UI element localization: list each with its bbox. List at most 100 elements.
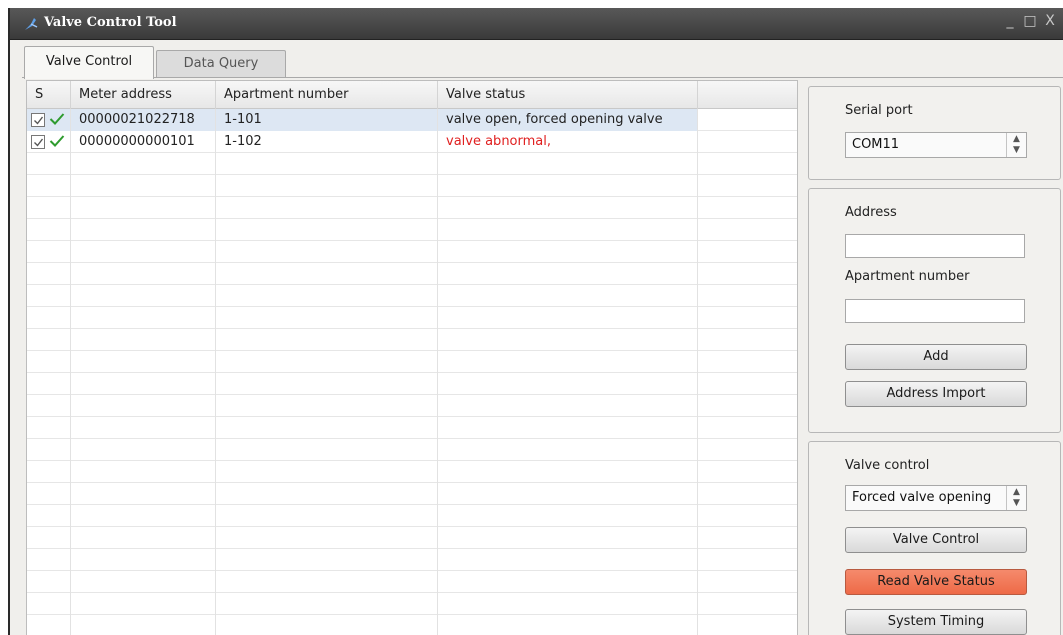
empty-cell bbox=[27, 153, 71, 175]
empty-cell bbox=[71, 263, 216, 285]
table-row-empty bbox=[27, 219, 797, 241]
apartment-number-label: Apartment number bbox=[845, 269, 970, 284]
empty-cell bbox=[71, 329, 216, 351]
empty-cell bbox=[698, 131, 797, 153]
empty-cell bbox=[27, 351, 71, 373]
empty-cell bbox=[698, 505, 797, 527]
column-header-extra[interactable] bbox=[698, 81, 797, 109]
empty-cell bbox=[71, 439, 216, 461]
empty-cell bbox=[71, 483, 216, 505]
empty-cell bbox=[27, 439, 71, 461]
serial-port-value: COM11 bbox=[852, 137, 900, 152]
empty-cell bbox=[216, 395, 438, 417]
empty-cell bbox=[698, 307, 797, 329]
empty-cell bbox=[71, 373, 216, 395]
window-title: Valve Control Tool bbox=[44, 15, 177, 30]
empty-cell bbox=[27, 593, 71, 615]
table-row-empty bbox=[27, 505, 797, 527]
table-header: S Meter address Apartment number Valve s… bbox=[27, 81, 797, 109]
table-row-empty bbox=[27, 615, 797, 635]
empty-cell bbox=[27, 527, 71, 549]
empty-cell bbox=[698, 285, 797, 307]
empty-cell bbox=[438, 527, 698, 549]
add-button[interactable]: Add bbox=[845, 344, 1027, 370]
empty-cell bbox=[438, 461, 698, 483]
table-row-empty bbox=[27, 241, 797, 263]
table-row-empty bbox=[27, 373, 797, 395]
empty-cell bbox=[71, 351, 216, 373]
maximize-icon[interactable]: □ bbox=[1023, 13, 1037, 29]
empty-cell bbox=[71, 197, 216, 219]
empty-cell bbox=[216, 549, 438, 571]
column-header-valve-status[interactable]: Valve status bbox=[438, 81, 698, 109]
address-import-button[interactable]: Address Import bbox=[845, 381, 1027, 407]
empty-cell bbox=[27, 483, 71, 505]
empty-cell bbox=[216, 197, 438, 219]
minimize-icon[interactable]: _ bbox=[1003, 13, 1017, 29]
valve-status-cell: valve open, forced opening valve bbox=[438, 109, 698, 131]
empty-cell bbox=[27, 615, 71, 635]
empty-cell bbox=[27, 329, 71, 351]
empty-cell bbox=[216, 439, 438, 461]
empty-cell bbox=[698, 197, 797, 219]
empty-cell bbox=[438, 329, 698, 351]
empty-cell bbox=[27, 241, 71, 263]
empty-cell bbox=[698, 615, 797, 635]
column-header-apartment[interactable]: Apartment number bbox=[216, 81, 438, 109]
tab-data-query[interactable]: Data Query bbox=[156, 50, 286, 78]
empty-cell bbox=[698, 593, 797, 615]
empty-cell bbox=[438, 571, 698, 593]
empty-cell bbox=[216, 285, 438, 307]
table-row-empty bbox=[27, 417, 797, 439]
table-row-empty bbox=[27, 197, 797, 219]
empty-cell bbox=[438, 505, 698, 527]
empty-cell bbox=[698, 439, 797, 461]
empty-cell bbox=[698, 351, 797, 373]
table-row-empty bbox=[27, 263, 797, 285]
column-header-meter-address[interactable]: Meter address bbox=[71, 81, 216, 109]
empty-cell bbox=[438, 219, 698, 241]
address-input[interactable] bbox=[845, 234, 1025, 258]
empty-cell bbox=[698, 329, 797, 351]
meter-address-cell: 00000021022718 bbox=[71, 109, 216, 131]
valve-control-button[interactable]: Valve Control bbox=[845, 527, 1027, 553]
empty-cell bbox=[698, 109, 797, 131]
table-row-empty bbox=[27, 571, 797, 593]
serial-port-select[interactable]: COM11 ▲ ▼ bbox=[845, 132, 1027, 158]
table-row-empty bbox=[27, 439, 797, 461]
table-row-empty bbox=[27, 593, 797, 615]
empty-cell bbox=[438, 417, 698, 439]
close-icon[interactable]: X bbox=[1043, 13, 1057, 29]
empty-cell bbox=[438, 549, 698, 571]
empty-cell bbox=[71, 175, 216, 197]
empty-cell bbox=[27, 175, 71, 197]
table-row[interactable]: 00000021022718 1-101 valve open, forced op… bbox=[27, 109, 797, 131]
meter-address-cell: 00000000000101 bbox=[71, 131, 216, 153]
empty-cell bbox=[216, 153, 438, 175]
system-timing-button[interactable]: System Timing bbox=[845, 609, 1027, 635]
serial-port-label: Serial port bbox=[845, 103, 913, 118]
read-valve-status-button[interactable]: Read Valve Status bbox=[845, 569, 1027, 595]
empty-cell bbox=[216, 219, 438, 241]
apartment-number-cell: 1-101 bbox=[216, 109, 438, 131]
table-row-empty bbox=[27, 483, 797, 505]
empty-cell bbox=[27, 549, 71, 571]
table-row-empty bbox=[27, 329, 797, 351]
empty-cell bbox=[698, 175, 797, 197]
checkbox-icon[interactable] bbox=[31, 135, 45, 149]
empty-cell bbox=[216, 263, 438, 285]
tab-valve-control[interactable]: Valve Control bbox=[24, 46, 154, 79]
empty-cell bbox=[438, 285, 698, 307]
apartment-number-input[interactable] bbox=[845, 299, 1025, 323]
column-header-select[interactable]: S bbox=[27, 81, 71, 109]
empty-cell bbox=[698, 549, 797, 571]
empty-cell bbox=[438, 351, 698, 373]
empty-cell bbox=[27, 395, 71, 417]
empty-cell bbox=[71, 461, 216, 483]
valve-mode-select[interactable]: Forced valve opening ▲ ▼ bbox=[845, 485, 1027, 511]
table-row[interactable]: 00000000000101 1-102 valve abnormal, bbox=[27, 131, 797, 153]
empty-cell bbox=[71, 241, 216, 263]
empty-cell bbox=[216, 417, 438, 439]
checkbox-icon[interactable] bbox=[31, 113, 45, 127]
empty-cell bbox=[438, 175, 698, 197]
